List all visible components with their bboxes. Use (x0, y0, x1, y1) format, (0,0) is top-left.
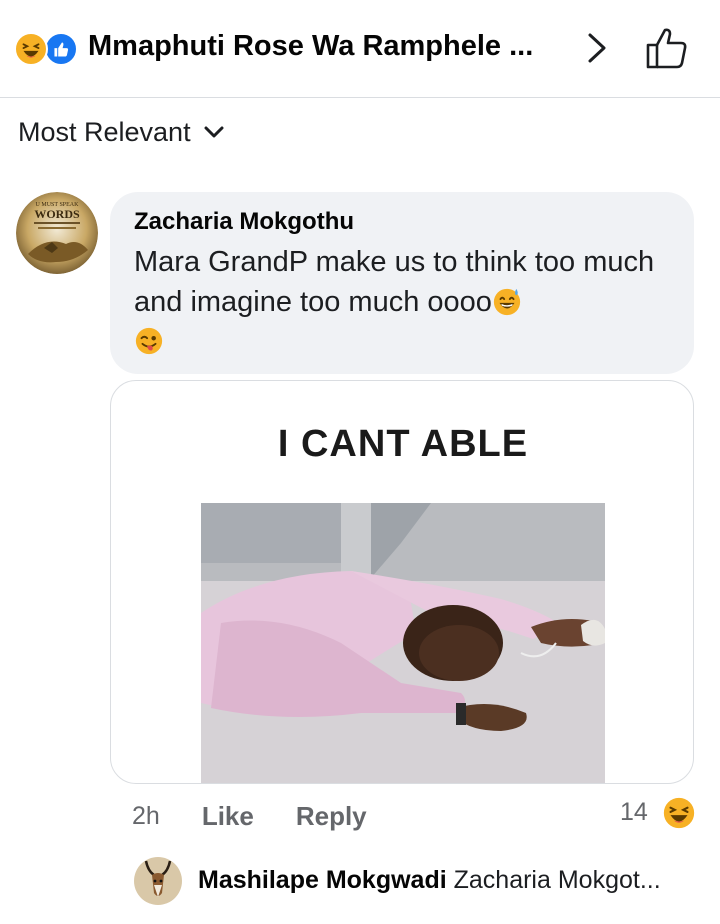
meme-photo (201, 503, 605, 783)
comment-text-block: Mara GrandP make us to think too much an… (134, 242, 674, 362)
post-author-title[interactable]: Mmaphuti Rose Wa Ramphele ... (88, 30, 568, 63)
comment-actions: 2h Like Reply (132, 798, 367, 834)
like-outline-icon[interactable] (644, 26, 690, 70)
comment-text: Mara GrandP make us to think too much an… (134, 246, 655, 318)
like-icon (44, 32, 78, 66)
reaction-summary[interactable] (14, 32, 80, 66)
sweat-smile-emoji (493, 288, 521, 316)
sort-label: Most Relevant (18, 116, 191, 147)
avatar-text-main: WORDS (34, 207, 80, 221)
chevron-right-icon[interactable] (582, 30, 612, 66)
reply-preview[interactable]: Mashilape Mokgwadi Zacharia Mokgot... (198, 866, 708, 895)
comment-timestamp[interactable]: 2h (132, 802, 160, 831)
commenter-avatar[interactable]: U MUST SPEAK WORDS (16, 192, 98, 274)
reply-author-avatar[interactable] (134, 857, 182, 905)
post-header: Mmaphuti Rose Wa Ramphele ... (0, 0, 720, 98)
meme-image: I CANT ABLE (201, 381, 605, 783)
comment-image-attachment[interactable]: I CANT ABLE (110, 380, 694, 784)
comment-sort-dropdown[interactable]: Most Relevant (18, 112, 225, 152)
like-button[interactable]: Like (202, 801, 254, 832)
haha-icon (14, 32, 48, 66)
reply-button[interactable]: Reply (296, 801, 367, 832)
meme-caption: I CANT ABLE (277, 423, 529, 465)
winking-tongue-emoji (135, 327, 163, 355)
comment-author[interactable]: Zacharia Mokgothu (134, 208, 354, 236)
comment-bubble: Zacharia Mokgothu Mara GrandP make us to… (110, 192, 694, 374)
reaction-count[interactable]: 14 (620, 798, 648, 827)
reply-preview-text: Zacharia Mokgot... (453, 866, 661, 894)
reply-author[interactable]: Mashilape Mokgwadi (198, 866, 447, 894)
haha-icon[interactable] (662, 796, 696, 830)
chevron-down-icon (204, 126, 224, 138)
